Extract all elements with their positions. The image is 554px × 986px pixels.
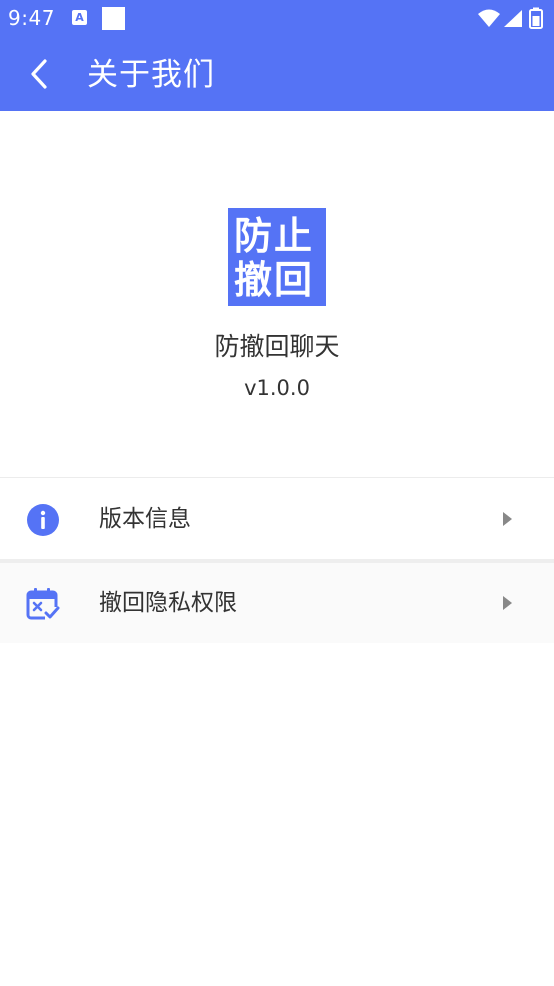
menu-item-label: 撤回隐私权限 — [99, 590, 237, 616]
logo-line-1: 防止 — [234, 214, 315, 258]
menu-item-recall-privacy[interactable]: 撤回隐私权限 — [0, 563, 554, 643]
app-version: v1.0.0 — [244, 376, 310, 400]
notification-square-icon — [102, 7, 125, 30]
wifi-icon — [478, 9, 500, 27]
app-name: 防撤回聊天 — [214, 332, 340, 361]
signal-icon — [504, 10, 522, 27]
status-time: 9:47 — [8, 6, 55, 30]
status-icons — [478, 7, 543, 29]
status-bar: 9:47 A — [0, 0, 554, 38]
logo-line-2: 撤回 — [234, 258, 315, 302]
menu-item-version-info[interactable]: 版本信息 — [0, 479, 554, 559]
divider — [0, 477, 554, 478]
menu-item-label: 版本信息 — [99, 506, 191, 532]
page-title: 关于我们 — [87, 57, 215, 93]
chevron-right-icon — [503, 596, 512, 610]
info-icon — [27, 504, 59, 536]
chevron-left-icon — [31, 59, 47, 89]
chevron-right-icon — [503, 512, 512, 526]
app-logo: 防止 撤回 — [228, 208, 326, 306]
battery-icon — [529, 7, 543, 29]
about-screen: 9:47 A 关于我们 防止 撤回 防撤回聊天 v1.0.0 版本信息 撤回隐私… — [0, 0, 554, 986]
notification-a-icon: A — [72, 10, 87, 25]
back-button[interactable] — [18, 52, 62, 96]
app-bar: 关于我们 — [0, 38, 554, 111]
calendar-check-icon — [26, 588, 60, 621]
